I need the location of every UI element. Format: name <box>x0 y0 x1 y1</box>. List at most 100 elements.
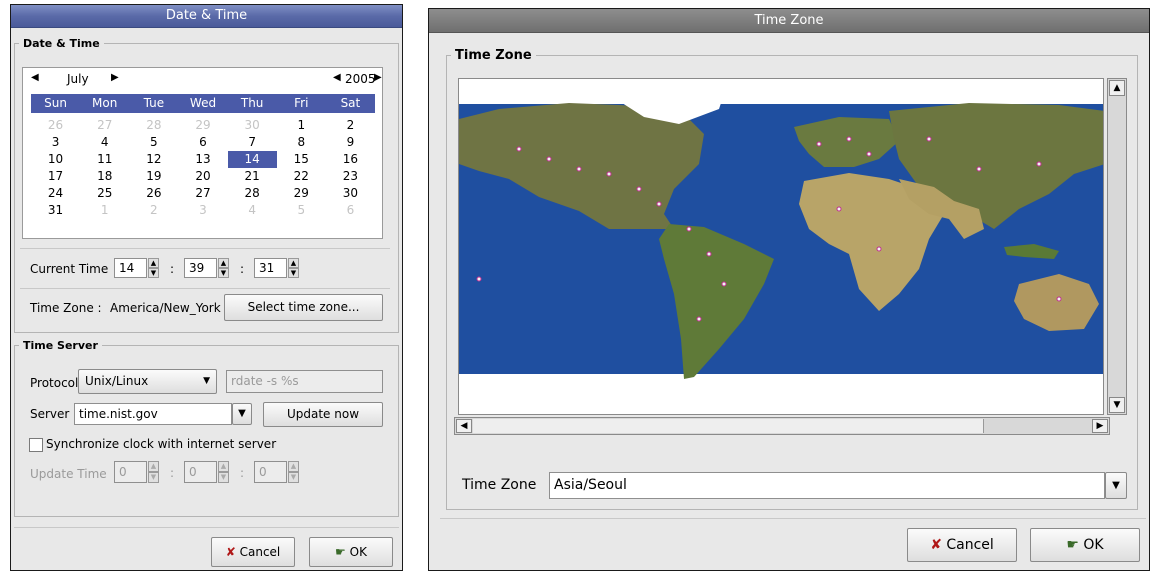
calendar-day[interactable]: 26 <box>31 117 80 134</box>
calendar-day[interactable]: 28 <box>129 117 178 134</box>
update-hours-spin-up: ▲ <box>148 461 159 472</box>
calendar-day[interactable]: 22 <box>277 168 326 185</box>
update-minutes-spinbox: 0 <box>184 461 217 483</box>
sync-checkbox[interactable] <box>29 438 43 452</box>
minutes-spin-up[interactable]: ▲ <box>218 258 229 268</box>
city-marker <box>656 201 662 207</box>
weekday-label: Sun <box>44 96 67 110</box>
calendar-day[interactable]: 26 <box>129 185 178 202</box>
update-time-label: Update Time <box>30 467 107 481</box>
minutes-spinbox[interactable]: 39 <box>184 258 217 278</box>
seconds-spinbox[interactable]: 31 <box>254 258 287 278</box>
calendar-day[interactable]: 31 <box>31 202 80 219</box>
timezone-combo[interactable]: Asia/Seoul <box>549 472 1105 499</box>
server-dropdown-button[interactable]: ▼ <box>232 403 252 425</box>
calendar-day[interactable]: 18 <box>80 168 129 185</box>
cancel-button[interactable]: ✘ Cancel <box>907 528 1017 562</box>
ok-button[interactable]: ☛ OK <box>1030 528 1140 562</box>
scroll-up-arrow-icon[interactable]: ▲ <box>1109 80 1125 96</box>
select-timezone-button[interactable]: Select time zone... <box>224 294 383 321</box>
scroll-left-arrow-icon[interactable]: ◀ <box>456 419 472 433</box>
minutes-spin-down[interactable]: ▼ <box>218 268 229 278</box>
calendar-day[interactable]: 29 <box>178 117 227 134</box>
calendar-day[interactable]: 21 <box>228 168 277 185</box>
city-marker <box>516 146 522 152</box>
calendar-day[interactable]: 10 <box>31 151 80 168</box>
hours-spinbox[interactable]: 14 <box>114 258 147 278</box>
calendar-day[interactable]: 4 <box>228 202 277 219</box>
calendar-day[interactable]: 16 <box>326 151 375 168</box>
calendar-day[interactable]: 30 <box>326 185 375 202</box>
calendar-day[interactable]: 6 <box>178 134 227 151</box>
calendar-day[interactable]: 8 <box>277 134 326 151</box>
time-separator: : <box>170 262 175 276</box>
calendar-day[interactable]: 5 <box>129 134 178 151</box>
calendar-day[interactable]: 7 <box>228 134 277 151</box>
calendar-day[interactable]: 14 <box>227 151 277 168</box>
vertical-scrollbar[interactable]: ▲ ▼ <box>1107 78 1127 415</box>
horizontal-scroll-thumb[interactable] <box>473 419 984 433</box>
prev-month-button[interactable]: ◀ <box>31 72 39 83</box>
time-server-group: Time Server <box>14 339 399 517</box>
world-map[interactable] <box>458 78 1104 415</box>
horizontal-scrollbar[interactable]: ◀ ▶ <box>454 417 1110 435</box>
next-year-button[interactable]: ▶ <box>374 72 382 83</box>
time-separator: : <box>240 262 245 276</box>
update-hours-spin-down: ▼ <box>148 472 159 483</box>
protocol-select[interactable]: Unix/Linux ▼ <box>78 369 217 394</box>
calendar-day[interactable]: 3 <box>178 202 227 219</box>
calendar-day[interactable]: 17 <box>31 168 80 185</box>
calendar-day[interactable]: 11 <box>80 151 129 168</box>
ok-button[interactable]: ☛ OK <box>309 537 393 567</box>
prev-year-button[interactable]: ◀ <box>333 72 341 83</box>
antarctica <box>459 379 1103 414</box>
calendar-day[interactable]: 27 <box>178 185 227 202</box>
cancel-button[interactable]: ✘ Cancel <box>211 537 295 567</box>
calendar-day[interactable]: 24 <box>31 185 80 202</box>
calendar-day[interactable]: 2 <box>326 117 375 134</box>
time-separator: : <box>240 466 245 480</box>
dropdown-arrow-icon: ▼ <box>203 376 210 386</box>
city-marker <box>721 281 727 287</box>
calendar-day[interactable]: 1 <box>277 117 326 134</box>
seconds-spin-down[interactable]: ▼ <box>288 268 299 278</box>
calendar-day[interactable]: 27 <box>80 117 129 134</box>
calendar-day[interactable]: 3 <box>31 134 80 151</box>
hours-spin-down[interactable]: ▼ <box>148 268 159 278</box>
city-marker <box>636 186 642 192</box>
city-marker <box>706 251 712 257</box>
hand-check-icon: ☛ <box>335 545 346 559</box>
calendar-day[interactable]: 9 <box>326 134 375 151</box>
calendar-day[interactable]: 19 <box>129 168 178 185</box>
calendar-day[interactable]: 15 <box>277 151 326 168</box>
scroll-right-arrow-icon[interactable]: ▶ <box>1092 419 1108 433</box>
x-icon: ✘ <box>930 537 942 553</box>
ok-label: OK <box>349 545 367 559</box>
seconds-spin-up[interactable]: ▲ <box>288 258 299 268</box>
current-time-label: Current Time <box>30 262 109 276</box>
calendar-day[interactable]: 20 <box>178 168 227 185</box>
protocol-value: Unix/Linux <box>85 374 149 388</box>
group-label: Time Server <box>23 339 98 352</box>
server-label: Server <box>30 407 70 421</box>
next-month-button[interactable]: ▶ <box>111 72 119 83</box>
calendar-day[interactable]: 30 <box>228 117 277 134</box>
chevron-down-icon: ▼ <box>238 408 246 419</box>
calendar-day[interactable]: 2 <box>129 202 178 219</box>
calendar-day[interactable]: 1 <box>80 202 129 219</box>
hours-spin-up[interactable]: ▲ <box>148 258 159 268</box>
calendar-day[interactable]: 13 <box>178 151 227 168</box>
timezone-dropdown-button[interactable]: ▼ <box>1105 472 1127 499</box>
calendar-day[interactable]: 5 <box>277 202 326 219</box>
calendar-day[interactable]: 23 <box>326 168 375 185</box>
calendar-day[interactable]: 6 <box>326 202 375 219</box>
calendar-day[interactable]: 25 <box>80 185 129 202</box>
city-marker <box>816 141 822 147</box>
calendar-day[interactable]: 12 <box>129 151 178 168</box>
scroll-down-arrow-icon[interactable]: ▼ <box>1109 397 1125 413</box>
update-now-button[interactable]: Update now <box>263 402 383 427</box>
calendar-day[interactable]: 4 <box>80 134 129 151</box>
calendar-day[interactable]: 29 <box>277 185 326 202</box>
calendar-day[interactable]: 28 <box>228 185 277 202</box>
server-input[interactable]: time.nist.gov <box>74 403 232 425</box>
